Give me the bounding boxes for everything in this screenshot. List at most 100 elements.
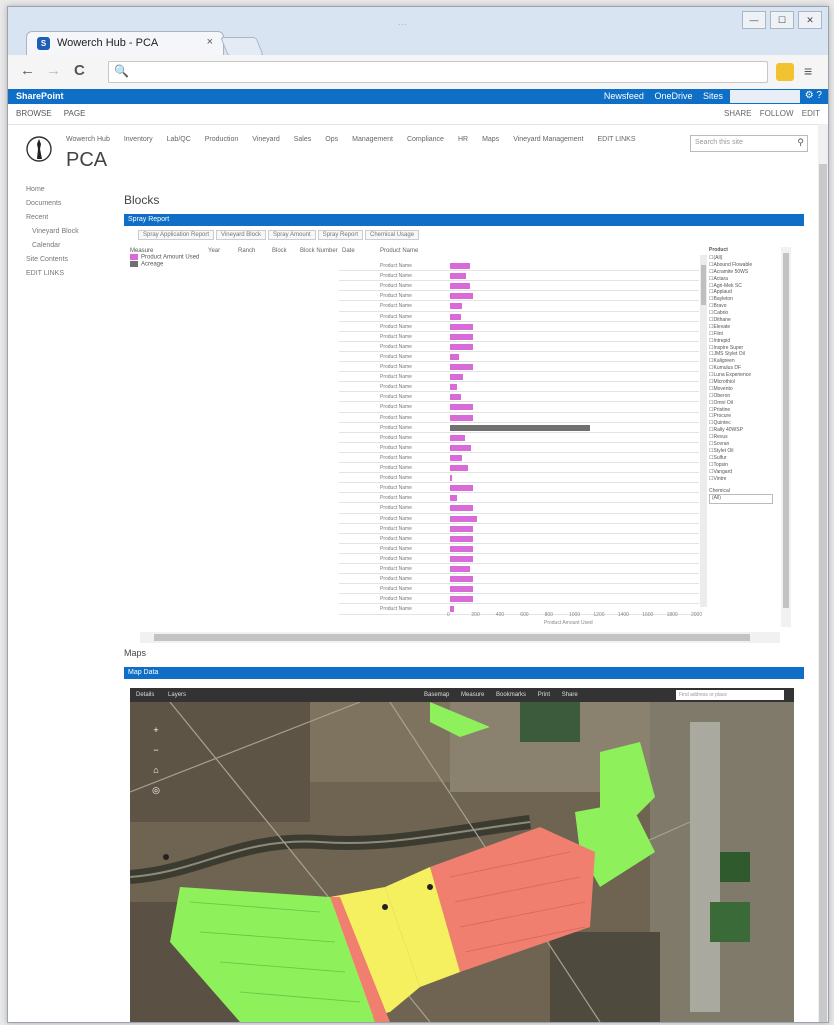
ribbon-tab-page[interactable]: PAGE — [64, 109, 86, 118]
left-nav-item[interactable]: Recent — [26, 213, 79, 223]
filter-checkbox-item[interactable]: Cabrio — [709, 310, 779, 317]
close-window-button[interactable]: ✕ — [798, 11, 822, 29]
bar-product-amount[interactable] — [450, 495, 458, 502]
extension-icon[interactable] — [776, 63, 794, 81]
filter-checkbox-item[interactable]: Sovran — [709, 441, 779, 448]
filter-checkbox-item[interactable]: Intrepid — [709, 338, 779, 345]
bar-product-amount[interactable] — [450, 343, 474, 350]
reload-icon[interactable]: C — [74, 63, 85, 79]
bar-product-amount[interactable] — [450, 444, 471, 451]
report-tab[interactable]: Vineyard Block — [216, 230, 266, 240]
report-vertical-scrollbar[interactable] — [781, 247, 791, 627]
bar-product-amount[interactable] — [450, 576, 474, 583]
bar-product-amount[interactable] — [450, 283, 470, 290]
filter-checkbox-item[interactable]: Quintec — [709, 420, 779, 427]
suite-link-newsfeed[interactable]: Newsfeed — [604, 91, 644, 101]
filter-checkbox-item[interactable]: Kumulus DF — [709, 365, 779, 372]
bar-product-amount[interactable] — [450, 374, 464, 381]
filter-checkbox-item[interactable]: Microthiol — [709, 379, 779, 386]
site-search-input[interactable]: Search this site ⚲ — [690, 135, 808, 152]
report-tab[interactable]: Spray Application Report — [138, 230, 215, 240]
filter-checkbox-item[interactable]: Topsin — [709, 462, 779, 469]
bar-product-amount[interactable] — [450, 384, 458, 391]
filter-checkbox-item[interactable]: (All) — [709, 255, 779, 262]
filter-checkbox-item[interactable]: Movento — [709, 386, 779, 393]
left-nav-item[interactable]: EDIT LINKS — [26, 269, 79, 279]
filter-checkbox-item[interactable]: Pristine — [709, 407, 779, 414]
map-bookmarks-button[interactable]: Bookmarks — [496, 692, 526, 698]
hscroll-thumb[interactable] — [154, 634, 750, 641]
back-arrow-icon[interactable]: ← — [20, 63, 35, 79]
filter-checkbox-item[interactable]: Oberon — [709, 393, 779, 400]
bar-product-amount[interactable] — [450, 555, 474, 562]
bar-product-amount[interactable] — [450, 414, 474, 421]
bar-product-amount[interactable] — [450, 586, 474, 593]
filter-checkbox-item[interactable]: Actara — [709, 276, 779, 283]
bar-product-amount[interactable] — [450, 596, 474, 603]
browser-menu-icon[interactable]: ≡ — [804, 63, 812, 79]
filter-checkbox-item[interactable]: Flint — [709, 331, 779, 338]
browser-tab[interactable]: S Wowerch Hub - PCA × — [26, 31, 224, 56]
bar-product-amount[interactable] — [450, 525, 474, 532]
map-measure-button[interactable]: Measure — [461, 692, 484, 698]
chart-scrollbar[interactable] — [700, 255, 707, 607]
site-logo[interactable] — [26, 133, 52, 165]
bar-product-amount[interactable] — [450, 505, 474, 512]
bar-product-amount[interactable] — [450, 434, 465, 441]
left-nav-item[interactable]: Vineyard Block — [26, 227, 79, 237]
map-basemap-button[interactable]: Basemap — [424, 692, 449, 698]
forward-arrow-icon[interactable]: → — [46, 63, 61, 79]
filter-checkbox-item[interactable]: Bayleton — [709, 296, 779, 303]
locate-icon[interactable]: ◎ — [151, 785, 161, 795]
filter-checkbox-item[interactable]: Elevate — [709, 324, 779, 331]
suite-brand[interactable]: SharePoint — [16, 91, 64, 101]
edit-button[interactable]: EDIT — [802, 109, 820, 118]
map-print-button[interactable]: Print — [538, 692, 550, 698]
share-button[interactable]: SHARE — [724, 109, 752, 118]
bar-product-amount[interactable] — [450, 273, 466, 280]
map-layers-button[interactable]: Layers — [168, 692, 186, 698]
chart-scrollbar-thumb[interactable] — [701, 265, 706, 305]
map-details-button[interactable]: Details — [136, 692, 154, 698]
top-nav-item[interactable]: Inventory — [124, 136, 153, 143]
report-horizontal-scrollbar[interactable] — [140, 632, 780, 643]
top-nav-item[interactable]: HR — [458, 136, 468, 143]
report-scrollbar-thumb[interactable] — [783, 253, 789, 608]
top-nav-item[interactable]: Vineyard Management — [513, 136, 583, 143]
bar-product-amount[interactable] — [450, 263, 470, 269]
bar-product-amount[interactable] — [450, 465, 469, 471]
maximize-button[interactable]: ☐ — [770, 11, 794, 29]
filter-checkbox-item[interactable]: Vintre — [709, 476, 779, 483]
bar-product-amount[interactable] — [450, 323, 474, 330]
filter-checkbox-item[interactable]: Omni Oil — [709, 400, 779, 407]
zoom-out-button[interactable]: − — [151, 745, 161, 755]
bar-product-amount[interactable] — [450, 353, 459, 360]
bar-product-amount[interactable] — [450, 566, 470, 572]
filter-checkbox-item[interactable]: Rally 40WSP — [709, 427, 779, 434]
map-canvas[interactable] — [130, 702, 794, 1022]
left-nav-item[interactable]: Documents — [26, 199, 79, 209]
page-scrollbar-thumb[interactable] — [819, 164, 827, 1022]
filter-checkbox-item[interactable]: Vangard — [709, 469, 779, 476]
follow-button[interactable]: FOLLOW — [760, 109, 794, 118]
zoom-in-button[interactable]: + — [151, 725, 161, 735]
filter-checkbox-item[interactable]: Acramite 50WS — [709, 269, 779, 276]
filter-select[interactable]: (All) — [709, 494, 773, 505]
search-icon[interactable]: ⚲ — [797, 137, 804, 148]
top-nav-item[interactable]: Ops — [325, 136, 338, 143]
filter-checkbox-item[interactable]: JMS Stylet Oil — [709, 351, 779, 358]
bar-product-amount[interactable] — [450, 404, 474, 411]
bar-product-amount[interactable] — [450, 333, 474, 340]
top-nav-item[interactable]: Wowerch Hub — [66, 136, 110, 143]
site-title[interactable]: PCA — [66, 149, 107, 172]
report-tab[interactable]: Spray Report — [317, 230, 364, 240]
filter-checkbox-item[interactable]: Abound Flowable — [709, 262, 779, 269]
bar-product-amount[interactable] — [450, 485, 474, 492]
bar-product-amount[interactable] — [450, 535, 474, 542]
filter-checkbox-item[interactable]: Revus — [709, 434, 779, 441]
top-nav-item[interactable]: Lab/QC — [167, 136, 191, 143]
filter-checkbox-item[interactable]: Sulfur — [709, 455, 779, 462]
top-nav-item[interactable]: Maps — [482, 136, 499, 143]
bar-product-amount[interactable] — [450, 303, 463, 310]
bar-product-amount[interactable] — [450, 545, 474, 552]
